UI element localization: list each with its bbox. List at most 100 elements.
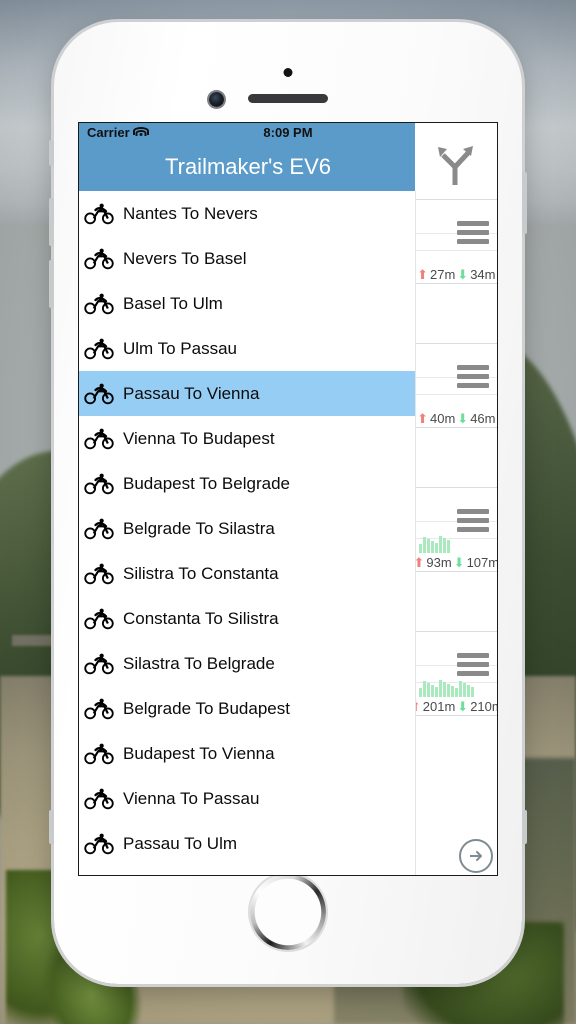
descent-value: 107m [466, 555, 497, 570]
arrow-up-icon: ⬆ [416, 556, 425, 569]
arrow-right-circle-icon [470, 851, 482, 861]
bicycle-icon [84, 428, 114, 449]
arrow-up-icon: ⬆ [416, 700, 421, 713]
list-item-label: Nevers To Basel [123, 248, 247, 268]
elevation-bars [416, 536, 497, 553]
list-item-label: Constanta To Silistra [123, 608, 279, 628]
navigation-bar: Trailmaker's EV6 [79, 123, 497, 191]
list-item-label: Vienna To Passau [123, 788, 260, 808]
bicycle-icon [84, 608, 114, 629]
list-item-label: Passau To Vienna [123, 383, 260, 403]
bicycle-icon [84, 653, 114, 674]
route-fork-button[interactable] [415, 123, 497, 191]
bicycle-icon [84, 248, 114, 269]
list-item[interactable]: Basel To Ulm [79, 281, 415, 326]
elevation-summary: ⬆201m⬇210m [415, 699, 497, 716]
bicycle-icon [84, 473, 114, 494]
arrow-down-icon: ⬇ [453, 555, 465, 570]
list-item[interactable]: Silistra To Constanta [79, 551, 415, 596]
elevation-summary: ⬆ 40m ⬇ 46m [415, 411, 497, 428]
elevation-chart [416, 680, 497, 699]
elevation-bars [416, 251, 497, 265]
list-item-label: Belgrade To Silastra [123, 518, 275, 538]
descent-value: 34m [470, 267, 496, 282]
elevation-chart [416, 536, 497, 555]
descent-value: 46m [470, 411, 496, 426]
volume-up-button[interactable] [49, 198, 54, 246]
ascent-value: 27m [429, 267, 456, 282]
bicycle-icon [84, 698, 114, 719]
elevation-card[interactable]: ⬆ 27m ⬇ 34m [415, 199, 497, 284]
list-item-label: Belgrade To Budapest [123, 698, 290, 718]
list-item[interactable]: Vienna To Passau [79, 776, 415, 821]
list-item[interactable]: Nevers To Basel [79, 236, 415, 281]
bicycle-icon [84, 743, 114, 764]
elevation-bars [416, 680, 497, 697]
arrow-up-icon: ⬆ [417, 411, 428, 426]
arrow-down-icon: ⬇ [457, 267, 469, 282]
list-item-label: Basel To Ulm [123, 293, 223, 313]
phone-screen: Carrier 8:09 PM Trailmaker's EV6 Nantes … [78, 122, 498, 876]
list-item-label: Silistra To Constanta [123, 563, 279, 583]
next-button[interactable] [459, 839, 493, 873]
descent-value: 210m [470, 699, 497, 714]
list-item-label: Budapest To Vienna [123, 743, 275, 763]
list-item[interactable]: Nantes To Nevers [79, 191, 415, 236]
home-button[interactable] [250, 874, 326, 950]
antenna-band-left [49, 810, 54, 844]
antenna-band-right [522, 810, 527, 844]
list-item[interactable]: Budapest To Belgrade [79, 461, 415, 506]
arrow-down-icon: ⬇ [457, 411, 469, 426]
arrow-up-icon: ⬆ [417, 267, 428, 282]
elevation-card[interactable]: ⬆201m⬇210m [415, 631, 497, 716]
list-item[interactable]: Budapest To Vienna [79, 731, 415, 776]
ascent-value: 201m [422, 699, 456, 714]
elevation-card[interactable]: ⬆93m⬇107m [415, 487, 497, 572]
elevation-summary: ⬆93m⬇107m [415, 555, 497, 572]
earpiece-speaker [248, 94, 328, 103]
bicycle-icon [84, 518, 114, 539]
list-item[interactable]: Vienna To Budapest [79, 416, 415, 461]
list-item-label: Silastra To Belgrade [123, 653, 275, 673]
content-area: Nantes To Nevers Nevers To Basel Basel To … [79, 191, 497, 875]
bicycle-icon [84, 788, 114, 809]
hamburger-menu-icon[interactable] [457, 365, 489, 388]
volume-down-button[interactable] [49, 260, 54, 308]
list-item[interactable]: Ulm To Passau [79, 326, 415, 371]
route-list[interactable]: Nantes To Nevers Nevers To Basel Basel To … [79, 191, 415, 875]
list-item[interactable]: Passau To Vienna [79, 371, 415, 416]
bicycle-icon [84, 383, 114, 404]
bicycle-icon [84, 833, 114, 854]
arrow-down-icon: ⬇ [457, 699, 469, 714]
bicycle-icon [84, 203, 114, 224]
proximity-sensor-dot [283, 68, 293, 77]
ascent-value: 40m [429, 411, 456, 426]
bicycle-icon [84, 293, 114, 314]
list-item-label: Passau To Ulm [123, 833, 238, 853]
ascent-value: 93m [426, 555, 452, 570]
hamburger-menu-icon[interactable] [457, 221, 489, 244]
elevation-card[interactable]: ⬆ 40m ⬇ 46m [415, 343, 497, 428]
list-item-label: Vienna To Budapest [123, 428, 275, 448]
power-button[interactable] [522, 172, 527, 234]
elevation-summary: ⬆ 27m ⬇ 34m [415, 267, 497, 284]
elevation-bars [416, 395, 497, 409]
hamburger-menu-icon[interactable] [457, 653, 489, 676]
mute-switch[interactable] [49, 140, 54, 166]
front-camera-icon [209, 92, 224, 107]
bicycle-icon [84, 338, 114, 359]
page-title: Trailmaker's EV6 [79, 142, 417, 191]
hamburger-menu-icon[interactable] [457, 509, 489, 532]
list-item[interactable]: Passau To Ulm [79, 821, 415, 866]
list-item-label: Budapest To Belgrade [123, 473, 290, 493]
list-item[interactable]: Belgrade To Silastra [79, 506, 415, 551]
elevation-chart [416, 395, 497, 411]
list-item-label: Ulm To Passau [123, 338, 238, 358]
list-item[interactable]: Silastra To Belgrade [79, 641, 415, 686]
elevation-detail-pane[interactable]: ⬆27m⬇34m⬆40m⬇46m⬆93m⬇107m⬆201m⬇210m [414, 191, 497, 875]
elevation-chart [416, 251, 497, 267]
bicycle-icon [84, 563, 114, 584]
route-fork-icon [438, 146, 473, 185]
list-item[interactable]: Constanta To Silistra [79, 596, 415, 641]
list-item[interactable]: Belgrade To Budapest [79, 686, 415, 731]
